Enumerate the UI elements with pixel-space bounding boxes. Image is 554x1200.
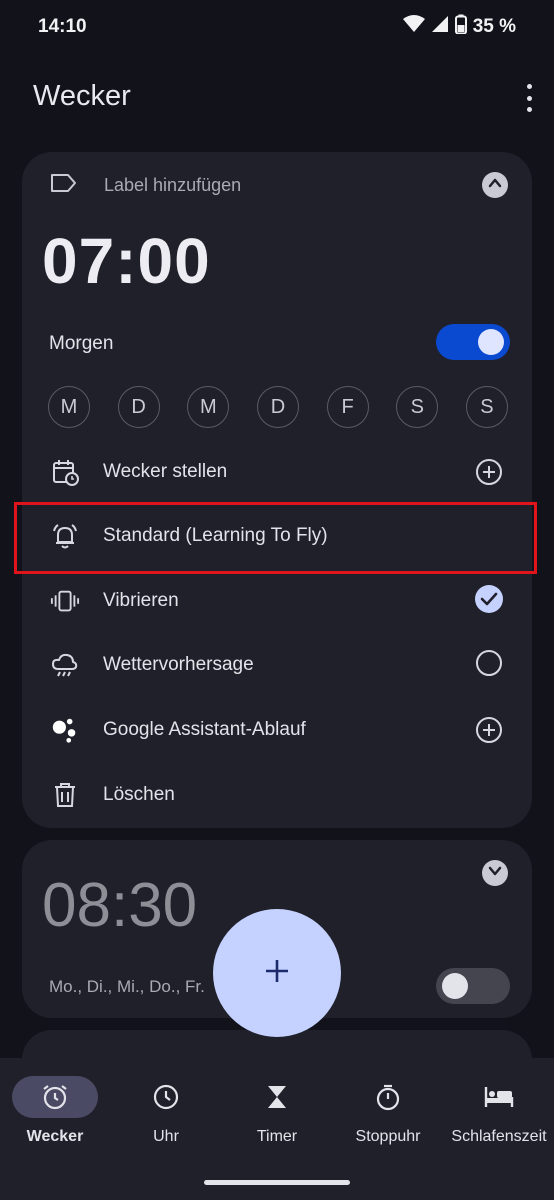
- add-circle-icon[interactable]: [474, 715, 504, 745]
- add-alarm-button[interactable]: [213, 909, 341, 1037]
- chevron-up-icon: [487, 175, 503, 196]
- toggle-knob: [442, 973, 468, 999]
- add-label-text: Label hinzufügen: [104, 175, 242, 195]
- plus-icon: [264, 958, 290, 989]
- vibrate-checkbox[interactable]: [474, 584, 504, 619]
- assistant-label: Google Assistant-Ablauf: [103, 719, 306, 740]
- alarm-icon: [12, 1076, 98, 1118]
- nav-label: Uhr: [153, 1128, 179, 1145]
- vibrate-icon: [50, 586, 80, 616]
- day-tuesday[interactable]: D: [117, 386, 160, 428]
- day-wednesday[interactable]: M: [187, 386, 230, 428]
- nav-item-clock[interactable]: Uhr: [111, 1076, 221, 1146]
- dot: [526, 84, 532, 89]
- add-circle-icon[interactable]: [474, 457, 504, 487]
- calendar-clock-icon: [50, 457, 80, 487]
- alarm-toggle[interactable]: [436, 968, 510, 1004]
- page-title: Wecker: [33, 80, 131, 112]
- weekday-selector: M D M D F S S: [48, 386, 508, 428]
- day-sunday[interactable]: S: [465, 386, 508, 428]
- dot: [526, 95, 532, 101]
- bed-icon: [456, 1076, 542, 1118]
- battery-icon: [454, 14, 467, 40]
- hourglass-icon: [234, 1076, 320, 1118]
- nav-label: Timer: [256, 1128, 298, 1145]
- weather-cloud-icon: [50, 650, 80, 680]
- check-circle-icon: [474, 584, 504, 619]
- day-thursday[interactable]: D: [256, 386, 299, 428]
- status-bar: 14:10 35 %: [0, 0, 554, 56]
- label-icon: [50, 172, 78, 199]
- schedule-row[interactable]: Wecker stellen: [22, 440, 532, 504]
- delete-label: Löschen: [103, 784, 175, 805]
- weather-checkbox[interactable]: [474, 649, 504, 682]
- status-time: 14:10: [38, 16, 87, 37]
- nav-label: Wecker: [26, 1128, 84, 1145]
- add-label-row[interactable]: Label hinzufügen: [50, 172, 241, 199]
- collapse-button[interactable]: [482, 172, 508, 198]
- bottom-navigation: Wecker Uhr Timer Stoppuhr Schlafenszeit: [0, 1058, 554, 1200]
- signal-icon: [431, 15, 449, 39]
- google-assistant-icon: [50, 715, 80, 745]
- alarm-time[interactable]: 07:00: [42, 224, 211, 298]
- battery-percent: 35 %: [472, 16, 516, 37]
- assistant-row[interactable]: Google Assistant-Ablauf: [22, 698, 532, 762]
- nav-item-bedtime[interactable]: Schlafenszeit: [444, 1076, 554, 1146]
- nav-item-stopwatch[interactable]: Stoppuhr: [333, 1076, 443, 1146]
- nav-item-alarm[interactable]: Wecker: [0, 1076, 110, 1146]
- delete-row[interactable]: Löschen: [22, 763, 532, 827]
- weather-row[interactable]: Wettervorhersage: [22, 633, 532, 697]
- chevron-down-icon: [487, 863, 503, 884]
- schedule-label: Wecker stellen: [103, 461, 228, 482]
- nav-label: Stoppuhr: [355, 1128, 421, 1145]
- alarm-days: Mo., Di., Mi., Do., Fr.: [49, 977, 205, 996]
- dot: [526, 107, 532, 112]
- alarm-toggle[interactable]: [436, 324, 510, 360]
- highlight-box: [14, 502, 537, 574]
- day-friday[interactable]: F: [326, 386, 369, 428]
- alarm-name: Morgen: [49, 333, 114, 354]
- nav-label: Schlafenszeit: [451, 1128, 547, 1145]
- day-saturday[interactable]: S: [396, 386, 439, 428]
- overflow-menu-button[interactable]: [524, 84, 534, 112]
- stopwatch-icon: [345, 1076, 431, 1118]
- home-indicator[interactable]: [204, 1180, 350, 1185]
- vibrate-row[interactable]: Vibrieren: [22, 569, 532, 633]
- trash-icon: [50, 780, 80, 810]
- expand-button[interactable]: [482, 860, 508, 886]
- day-monday[interactable]: M: [48, 386, 90, 428]
- alarm-card-expanded[interactable]: Label hinzufügen 07:00 Morgen M D M D F …: [22, 152, 532, 828]
- wifi-icon: [402, 15, 425, 39]
- weather-label: Wettervorhersage: [103, 654, 254, 675]
- empty-circle-icon: [475, 649, 503, 682]
- clock-icon: [123, 1076, 209, 1118]
- toggle-knob: [478, 329, 504, 355]
- nav-item-timer[interactable]: Timer: [222, 1076, 332, 1146]
- alarm-time[interactable]: 08:30: [42, 870, 197, 941]
- vibrate-label: Vibrieren: [103, 590, 179, 611]
- status-icons: 35 %: [402, 14, 516, 40]
